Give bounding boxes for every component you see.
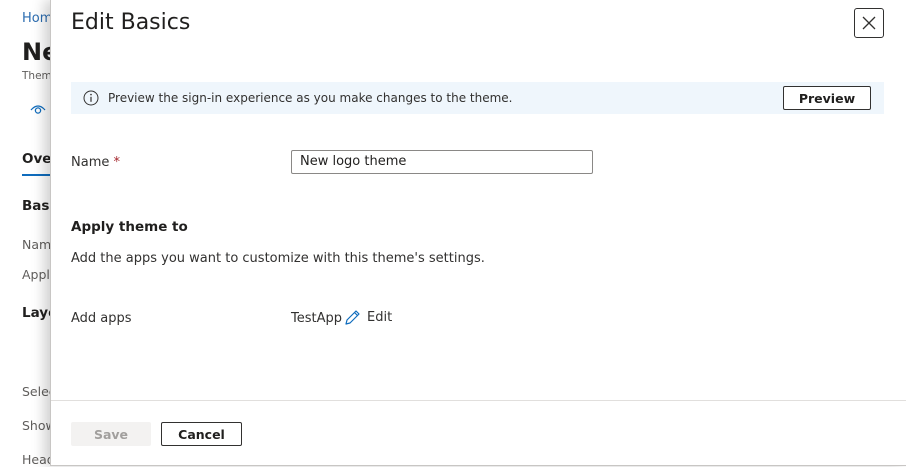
breadcrumb-home[interactable]: Hom <box>22 11 52 26</box>
edit-label: Edit <box>367 310 393 325</box>
name-label-text: Name <box>71 155 110 170</box>
background-row-name: Nam <box>22 237 52 252</box>
apply-theme-heading: Apply theme to <box>71 219 188 235</box>
close-button[interactable] <box>854 8 884 38</box>
edit-apps-button[interactable]: Edit <box>344 309 392 326</box>
required-marker: * <box>113 155 121 170</box>
tab-overview[interactable]: Ove <box>22 151 51 167</box>
background-row-apply: Appl <box>22 267 50 282</box>
panel-title: Edit Basics <box>71 10 191 35</box>
info-icon <box>83 90 99 106</box>
cancel-button[interactable]: Cancel <box>161 422 242 446</box>
banner-message: Preview the sign-in experience as you ma… <box>108 91 513 105</box>
add-apps-value: TestApp <box>291 311 342 326</box>
edit-basics-panel: Edit Basics Preview the sign-in experien… <box>50 0 906 466</box>
eye-icon[interactable] <box>30 102 46 116</box>
info-banner: Preview the sign-in experience as you ma… <box>71 82 884 114</box>
background-page-subtitle: Them <box>22 70 52 82</box>
footer-divider <box>51 400 906 401</box>
close-icon <box>862 16 876 30</box>
apply-theme-description: Add the apps you want to customize with … <box>71 251 485 266</box>
pencil-icon <box>345 310 360 325</box>
tab-overview-underline <box>22 174 50 176</box>
preview-button[interactable]: Preview <box>783 86 871 110</box>
save-button[interactable]: Save <box>71 422 151 446</box>
name-label: Name * <box>71 155 120 170</box>
add-apps-label: Add apps <box>71 311 132 326</box>
name-input[interactable]: New logo theme <box>291 150 593 174</box>
